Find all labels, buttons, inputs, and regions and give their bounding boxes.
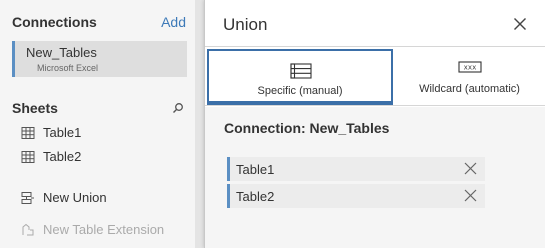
union-mode-tabs: Specific (manual) xxx Wildcard (automati…: [205, 46, 545, 106]
union-table-row[interactable]: Table1: [227, 157, 485, 181]
sheet-label: Table1: [43, 125, 82, 140]
tab-specific-manual[interactable]: Specific (manual): [207, 49, 393, 105]
connections-header: Connections Add: [12, 14, 188, 32]
connections-title: Connections: [12, 14, 97, 30]
union-table-name: Table1: [236, 162, 275, 177]
connection-item[interactable]: New_Tables Microsoft Excel: [12, 41, 187, 77]
extension-icon: [22, 223, 34, 236]
union-table-list: Connection: New_Tables Table1 Table2: [205, 107, 545, 248]
sheet-label: Table2: [43, 149, 82, 164]
table-grid-icon: [21, 151, 35, 163]
sheet-item-table2[interactable]: Table2: [21, 148, 191, 166]
active-tab-indicator: [209, 101, 391, 103]
add-connection-link[interactable]: Add: [161, 14, 186, 30]
union-table-row[interactable]: Table2: [227, 184, 485, 208]
connection-heading: Connection: New_Tables: [224, 120, 390, 136]
svg-text:xxx: xxx: [464, 64, 477, 72]
union-dialog: Union Specific (manual) xxx Wildcard (au…: [204, 0, 545, 248]
tab-label: Specific (manual): [257, 85, 343, 97]
tab-label: Wildcard (automatic): [419, 83, 520, 95]
wildcard-icon: xxx: [458, 61, 482, 73]
new-table-extension-label: New Table Extension: [43, 222, 165, 237]
table-stack-icon: [290, 63, 312, 79]
remove-icon[interactable]: [464, 189, 477, 202]
union-icon: [21, 192, 34, 204]
remove-icon[interactable]: [464, 162, 477, 175]
table-grid-icon: [21, 127, 35, 139]
new-union-label: New Union: [43, 190, 107, 205]
search-icon[interactable]: [172, 102, 184, 114]
connection-type: Microsoft Excel: [37, 63, 99, 73]
close-icon[interactable]: [513, 17, 527, 31]
union-table-name: Table2: [236, 189, 275, 204]
sheet-item-table1[interactable]: Table1: [21, 124, 191, 142]
connection-name: New_Tables: [26, 45, 97, 60]
sheets-title: Sheets: [12, 100, 58, 116]
new-union-button[interactable]: New Union: [21, 189, 191, 207]
tab-wildcard-automatic[interactable]: xxx Wildcard (automatic): [397, 49, 542, 105]
left-panel: Connections Add New_Tables Microsoft Exc…: [0, 0, 195, 248]
new-table-extension-button[interactable]: New Table Extension: [21, 221, 191, 239]
dialog-title: Union: [223, 15, 268, 34]
sheets-header: Sheets: [12, 100, 188, 118]
